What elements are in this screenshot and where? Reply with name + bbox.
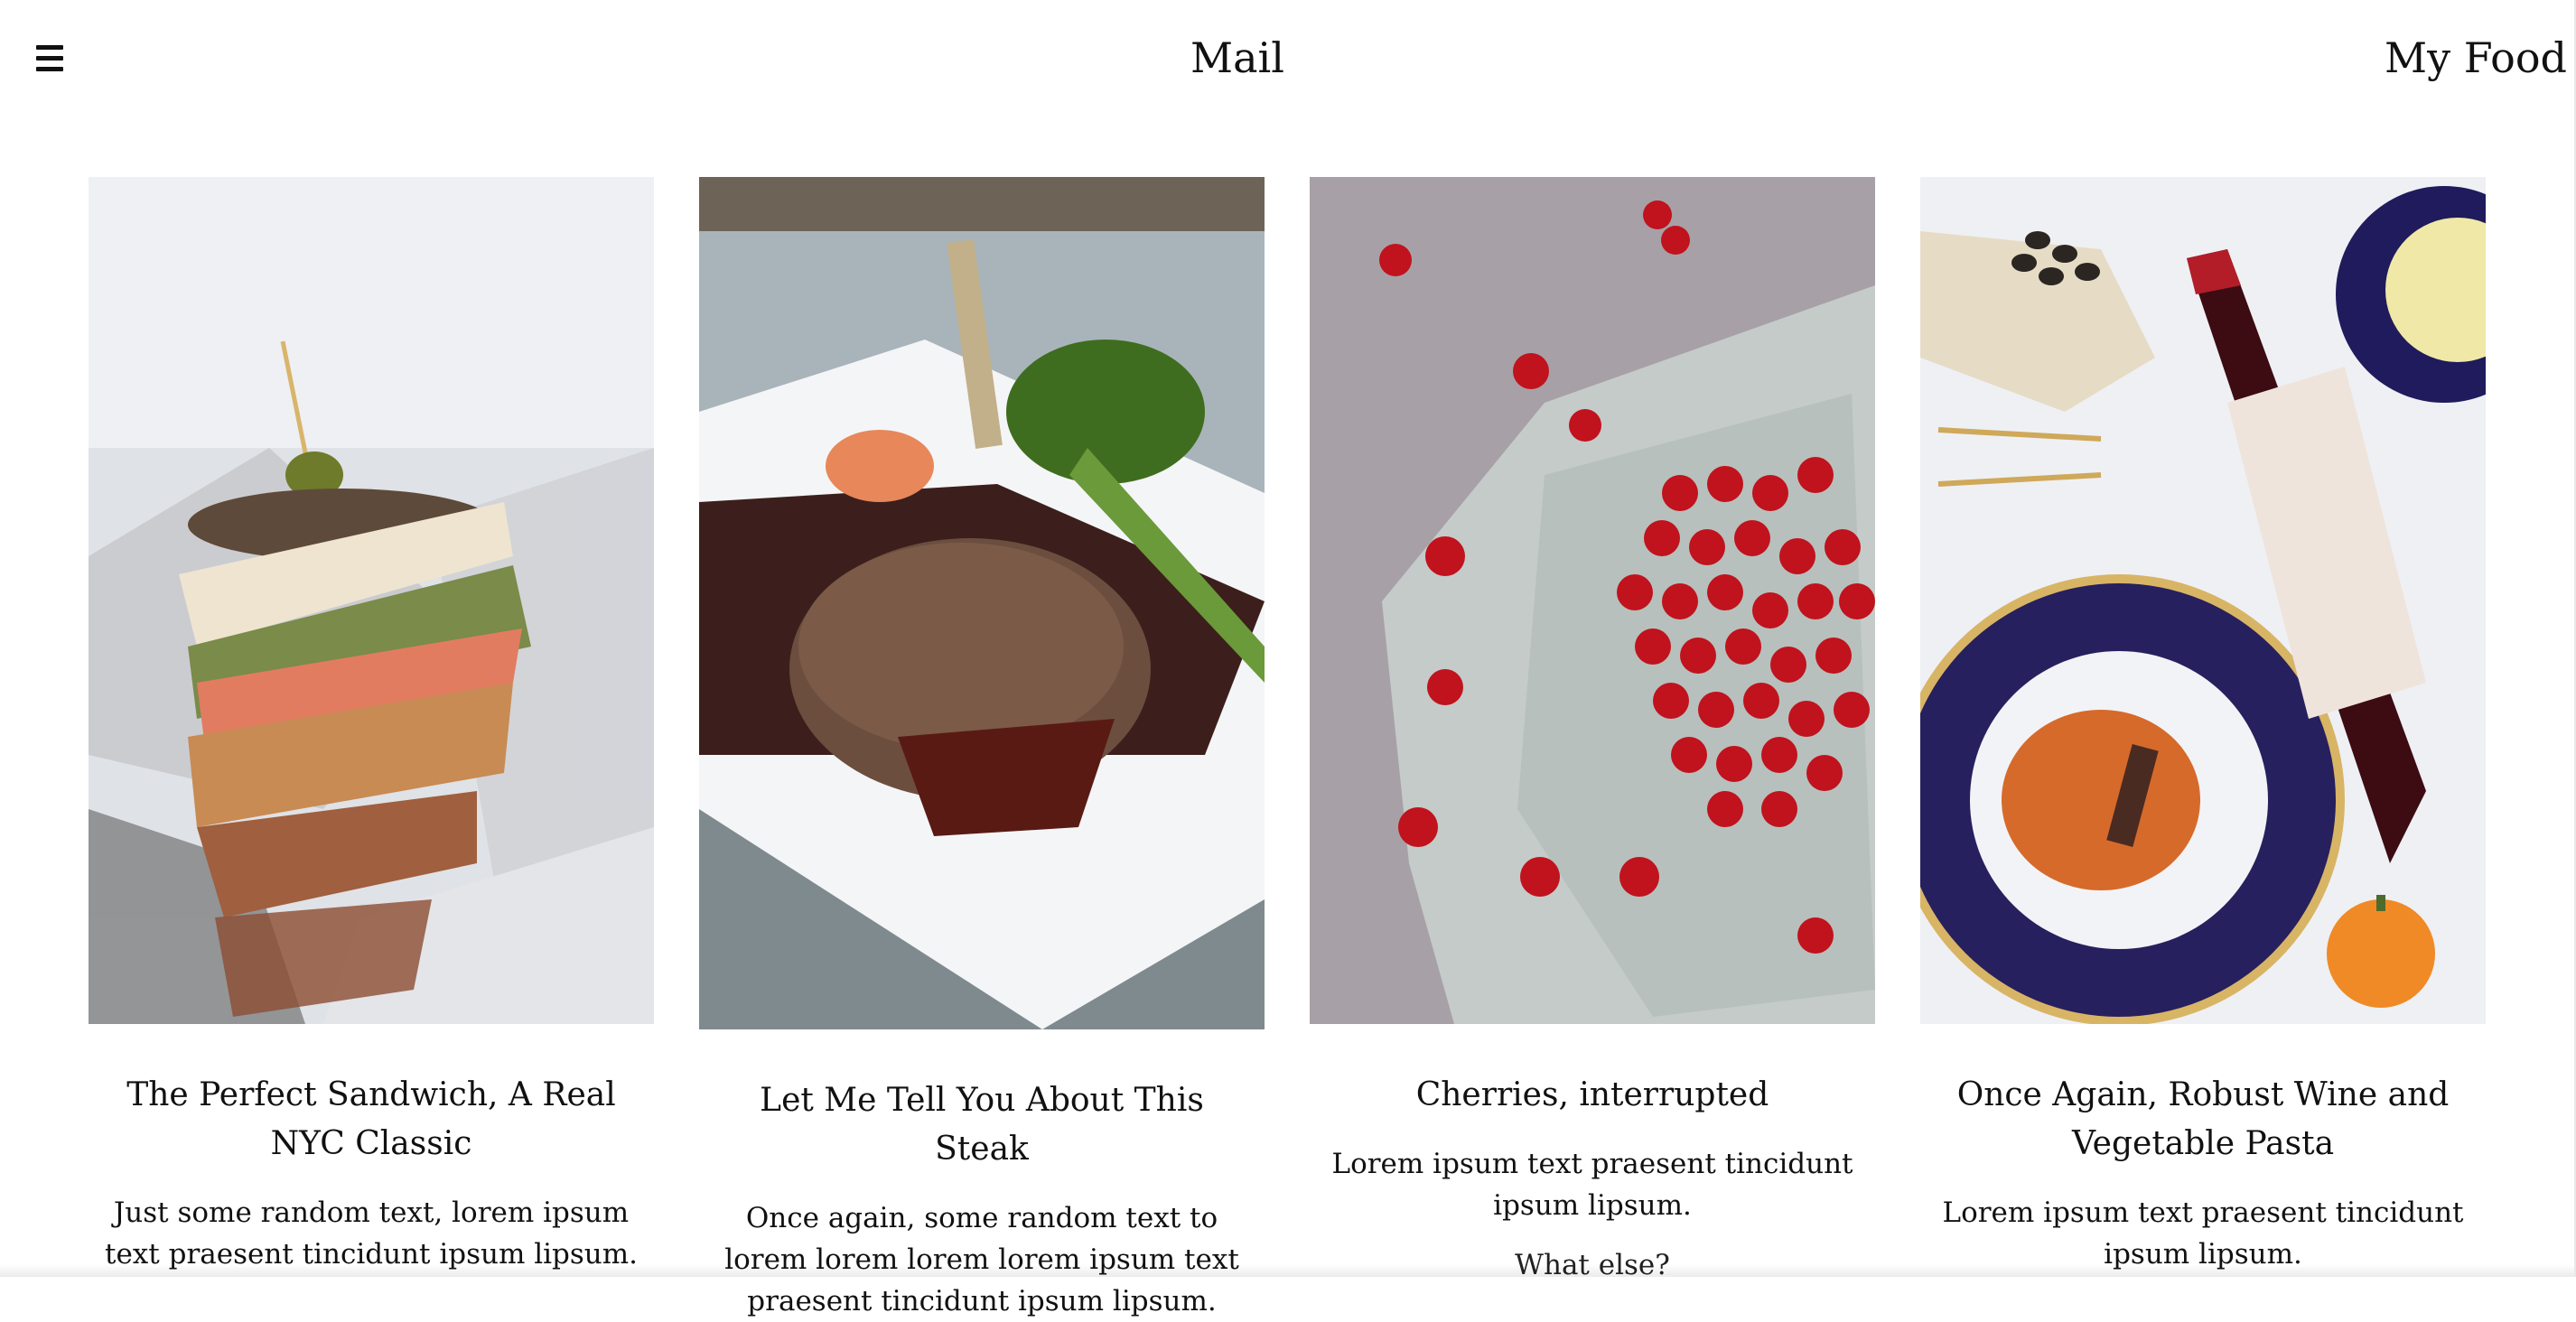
wine-pasta-image xyxy=(1920,177,2486,1024)
sandwich-photo[interactable] xyxy=(89,177,654,1024)
card-title[interactable]: Let Me Tell You About This Steak xyxy=(717,1076,1246,1174)
steak-image xyxy=(699,177,1265,1029)
food-card[interactable]: Let Me Tell You About This Steak Once ag… xyxy=(699,177,1265,1322)
food-card[interactable]: The Perfect Sandwich, A Real NYC Classic… xyxy=(89,177,654,1275)
cherries-photo[interactable] xyxy=(1310,177,1875,1024)
card-title[interactable]: The Perfect Sandwich, A Real NYC Classic xyxy=(107,1071,636,1168)
card-description: Just some random text, lorem ipsum text … xyxy=(105,1196,638,1271)
card-description: Lorem ipsum text praesent tincidunt ipsu… xyxy=(1942,1196,2464,1271)
food-card[interactable]: Cherries, interrupted Lorem ipsum text p… xyxy=(1310,177,1875,1286)
food-card-grid: The Perfect Sandwich, A Real NYC Classic… xyxy=(0,0,2576,1317)
cherries-image xyxy=(1310,177,1875,1024)
card-title[interactable]: Once Again, Robust Wine and Vegetable Pa… xyxy=(1938,1071,2468,1168)
bottom-shadow xyxy=(0,1264,2576,1277)
card-description: Lorem ipsum text praesent tincidunt ipsu… xyxy=(1331,1148,1853,1222)
sandwich-image xyxy=(89,177,654,1024)
card-description: Once again, some random text to lorem lo… xyxy=(724,1202,1239,1317)
card-title[interactable]: Cherries, interrupted xyxy=(1328,1071,1857,1120)
food-card[interactable]: Once Again, Robust Wine and Vegetable Pa… xyxy=(1920,177,2486,1275)
wine-pasta-photo[interactable] xyxy=(1920,177,2486,1024)
steak-photo[interactable] xyxy=(699,177,1265,1029)
